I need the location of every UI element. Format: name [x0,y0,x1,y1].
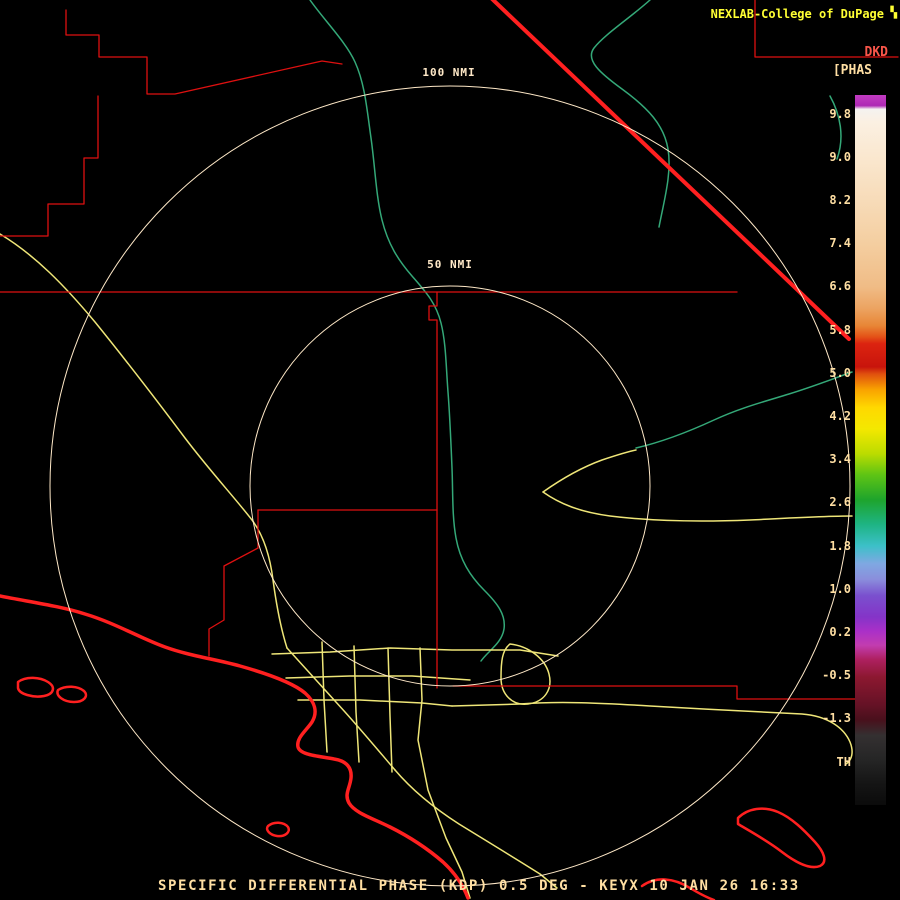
island [736,807,826,869]
colorbar-tick-label: 9.8 [829,106,851,121]
colorbar-tick-label: 1.0 [829,581,851,596]
colorbar-tick-label: 7.4 [829,236,851,251]
product-tag-label: [PHAS [832,63,872,78]
colorbar-tick-label: 8.2 [829,192,851,207]
brand-text: NEXLAB-College of DuPage [710,7,884,21]
county-line [428,291,438,689]
colorbar-tick-label: 5.0 [829,365,851,380]
range-ring [49,85,851,887]
colorbar-tick-label: 2.6 [829,495,851,510]
highway [0,233,288,649]
highway [387,647,393,773]
radar-display: 100 NMI 50 NMI NEXLAB-College of DuPage … [0,0,900,900]
highway [394,769,558,889]
colorbar-tick-label: -0.5 [822,668,851,683]
river [309,0,506,662]
highway [321,641,328,753]
county-line [65,9,343,95]
colorbar-tick-label: -1.3 [822,711,851,726]
colorbar-gradient [855,95,886,805]
cod-logo-icon: ▚ [890,6,897,19]
status-bar-text: SPECIFIC DIFFERENTIAL PHASE (KDP) 0.5 DE… [158,878,800,894]
highway [297,699,453,707]
colorbar-tick-label: 3.4 [829,452,851,467]
highway [542,449,637,493]
colorbar-tick-label: 6.6 [829,279,851,294]
coastline [0,594,470,900]
county-line [452,685,879,700]
highway [271,647,559,657]
range-ring-label-100nmi: 100 NMI [422,66,476,79]
river [590,0,670,228]
colorbar-tick-label: 0.2 [829,624,851,639]
colorbar-tick-label: 5.8 [829,322,851,337]
product-code-label: DKD [864,45,888,60]
island [16,676,55,698]
county-line [208,509,259,657]
island [56,685,88,704]
colorbar-tick-label: TH [836,754,851,769]
county-line [0,95,99,237]
colorbar-tick-label: 1.8 [829,538,851,553]
colorbar-tick-label: 4.2 [829,408,851,423]
island [265,821,290,838]
map-canvas [0,0,899,900]
range-ring [249,285,651,687]
colorbar-tick-label: 9.0 [829,149,851,164]
range-ring-label-50nmi: 50 NMI [427,258,473,271]
